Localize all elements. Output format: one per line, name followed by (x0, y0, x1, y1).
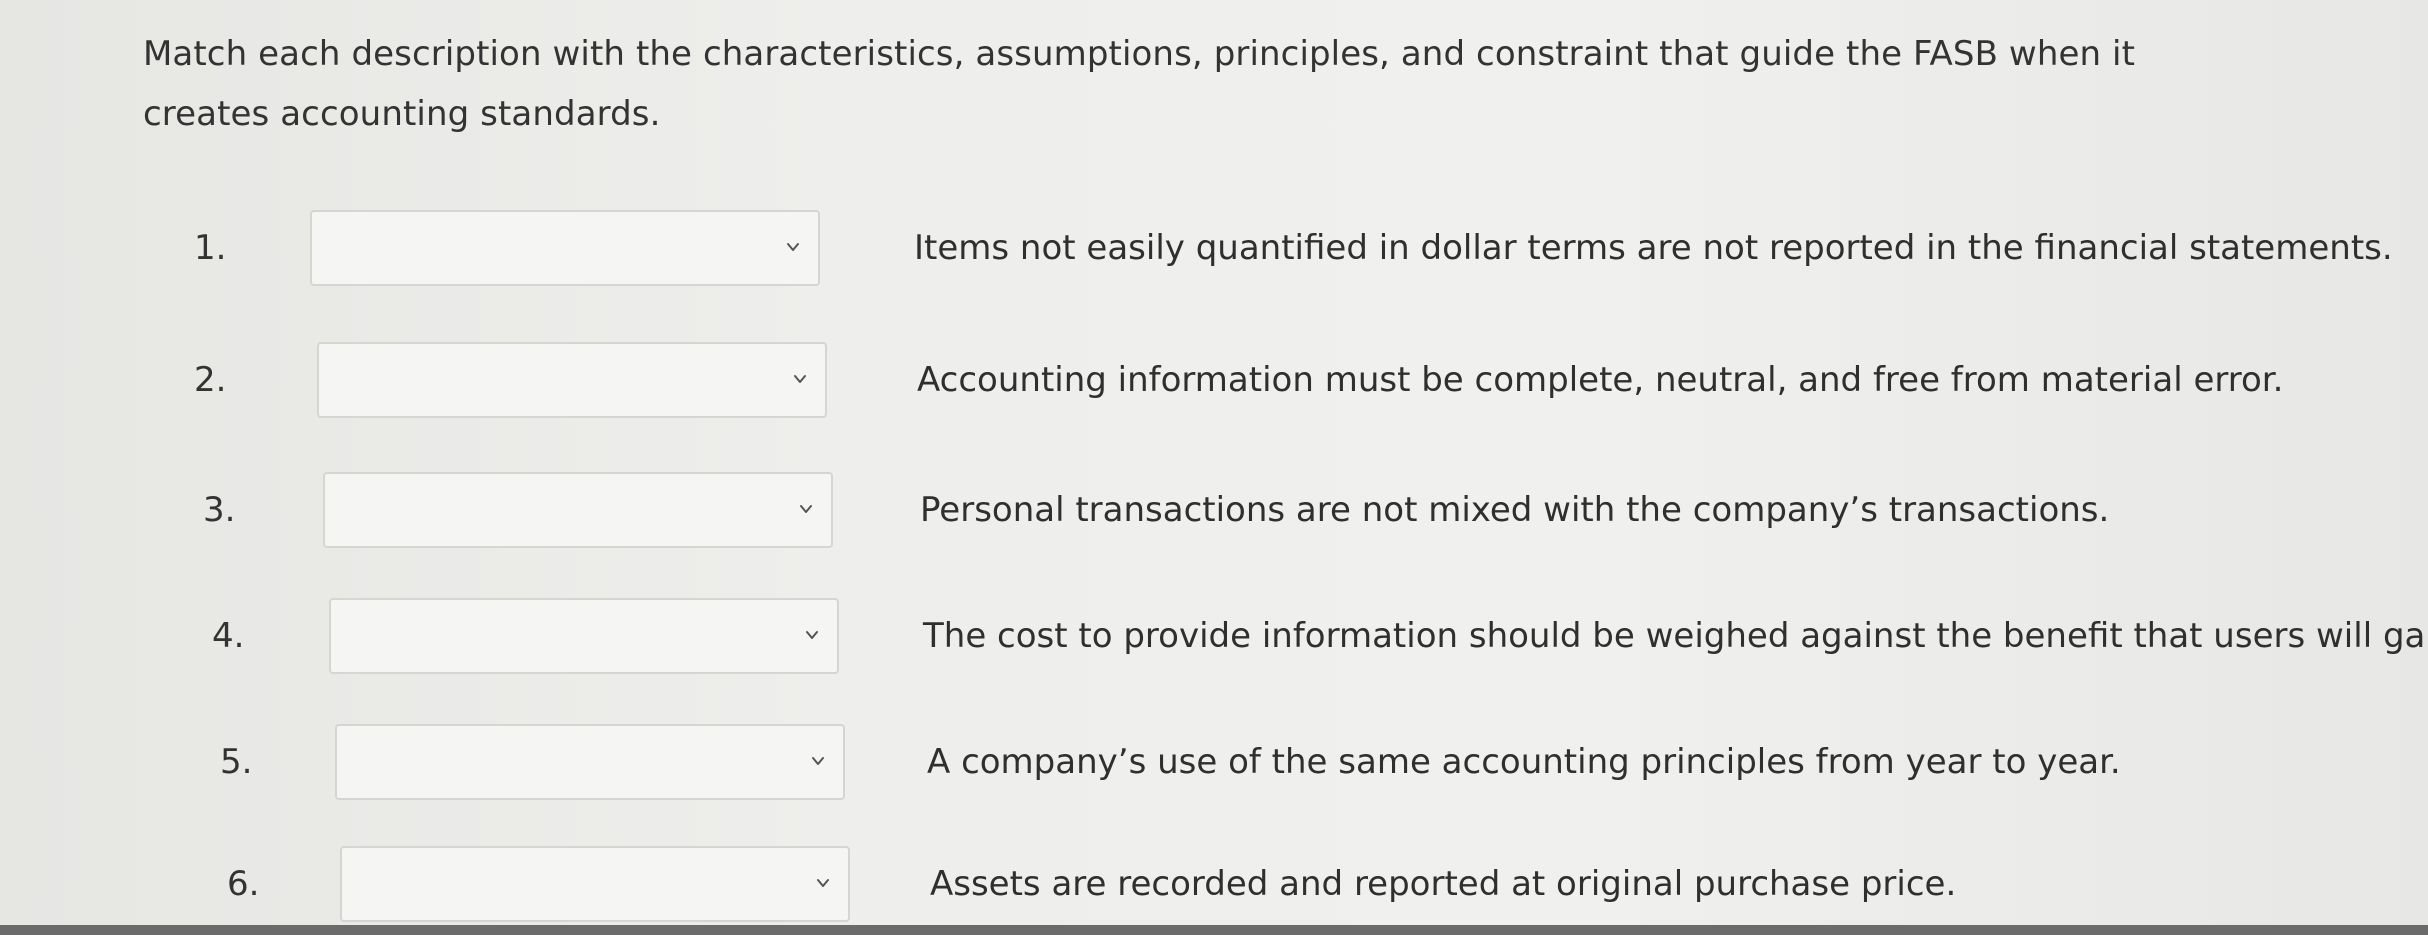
row-number: 2. (194, 360, 227, 400)
answer-dropdown-5[interactable] (335, 724, 845, 800)
row-number: 5. (220, 742, 253, 782)
description-text: The cost to provide information should b… (923, 616, 2428, 656)
row-number: 6. (227, 864, 260, 904)
answer-dropdown-4[interactable] (329, 598, 839, 674)
chevron-down-icon (786, 240, 800, 254)
chevron-down-icon (811, 754, 825, 768)
description-text: A company’s use of the same accounting p… (927, 742, 2121, 782)
row-number: 1. (194, 228, 227, 268)
answer-dropdown-3[interactable] (323, 472, 833, 548)
chevron-down-icon (805, 628, 819, 642)
row-number: 4. (212, 616, 245, 656)
page: Match each description with the characte… (0, 0, 2428, 935)
answer-dropdown-2[interactable] (317, 342, 827, 418)
description-text: Assets are recorded and reported at orig… (930, 864, 1957, 904)
description-text: Personal transactions are not mixed with… (920, 490, 2110, 530)
chevron-down-icon (799, 502, 813, 516)
chevron-down-icon (816, 876, 830, 890)
description-text: Items not easily quantified in dollar te… (914, 228, 2393, 268)
bottom-edge-bar (0, 925, 2428, 935)
description-text: Accounting information must be complete,… (917, 360, 2284, 400)
row-number: 3. (203, 490, 236, 530)
answer-dropdown-6[interactable] (340, 846, 850, 922)
chevron-down-icon (793, 372, 807, 386)
answer-dropdown-1[interactable] (310, 210, 820, 286)
question-prompt: Match each description with the characte… (143, 34, 2136, 134)
